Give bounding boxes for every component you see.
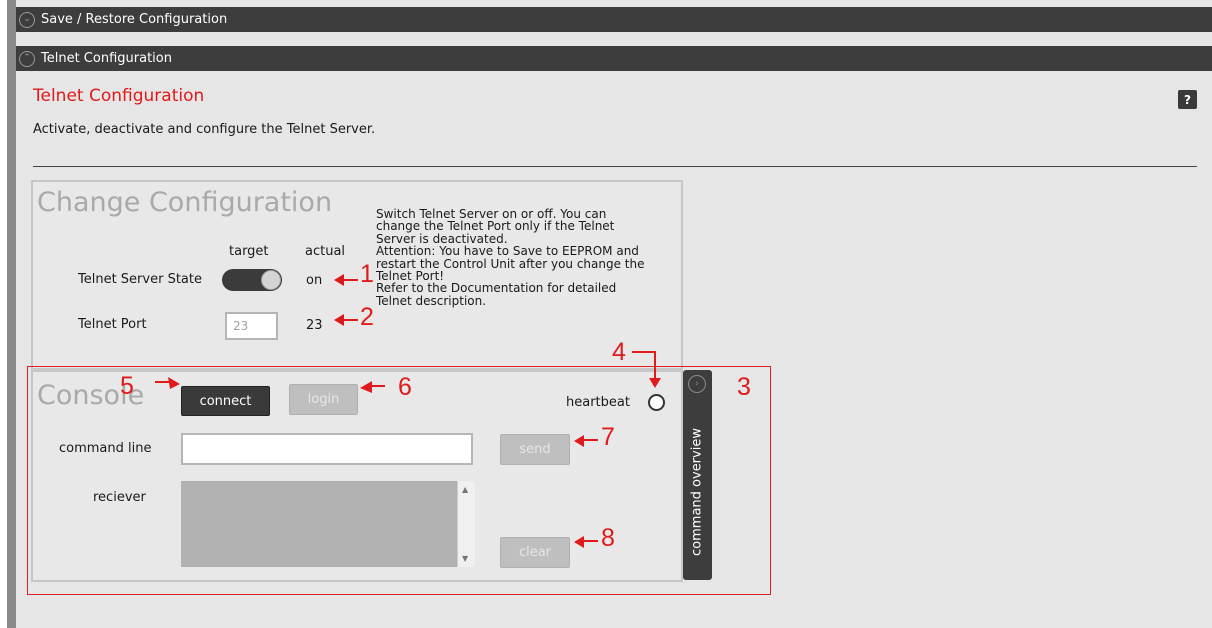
annotation-6: 6 <box>398 373 412 401</box>
annotation-2: 2 <box>360 303 374 331</box>
annotation-4: 4 <box>612 338 626 366</box>
annotation-8: 8 <box>601 524 615 552</box>
arrowhead-6 <box>360 381 372 393</box>
annotation-3: 3 <box>737 373 751 401</box>
arrow-4 <box>632 351 656 380</box>
annotation-7: 7 <box>601 423 615 451</box>
arrowhead-5 <box>168 377 180 389</box>
arrowhead-4 <box>649 378 661 388</box>
arrowhead-8 <box>574 536 584 548</box>
annotation-5: 5 <box>120 372 134 400</box>
annotation-1: 1 <box>360 260 374 288</box>
arrowhead-7 <box>574 435 584 447</box>
arrowhead-1 <box>334 274 344 286</box>
arrowhead-2 <box>334 314 344 326</box>
